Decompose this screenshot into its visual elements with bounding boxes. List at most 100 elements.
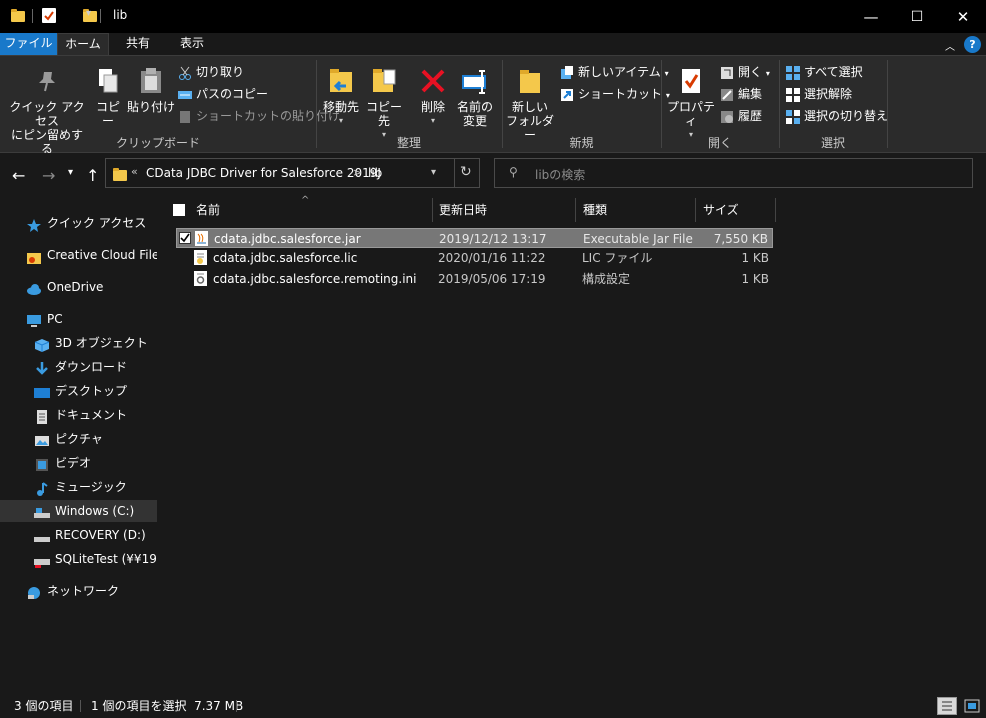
music-note-icon <box>34 481 50 496</box>
file-row[interactable]: cdata.jdbc.salesforce.jar 2019/12/12 13:… <box>176 228 773 248</box>
select-all-label: すべて選択 <box>804 65 863 79</box>
help-icon[interactable]: ? <box>964 36 981 53</box>
nav-recovery-d[interactable]: RECOVERY (D:) <box>34 524 146 546</box>
column-header-name[interactable]: 名前 <box>196 198 220 222</box>
pin-icon <box>32 66 62 96</box>
minimize-button[interactable]: — <box>848 0 894 33</box>
customize-quick-access-icon[interactable]: ▾ <box>86 8 91 24</box>
nav-3d-objects[interactable]: 3D オブジェクト <box>34 332 148 354</box>
nav-label: ネットワーク <box>47 584 120 598</box>
breadcrumb-parent[interactable]: CData JDBC Driver for Salesforce 2019J <box>146 166 381 180</box>
large-icons-view-button[interactable] <box>962 697 982 715</box>
column-divider[interactable] <box>575 198 576 222</box>
history-label: 履歴 <box>738 109 763 123</box>
delete-button[interactable]: 削除 ▾ <box>416 66 450 128</box>
cut-button[interactable]: 切り取り <box>178 63 244 81</box>
open-button[interactable]: 開く ▾ <box>720 63 770 81</box>
delete-icon <box>418 66 448 96</box>
group-label-new: 新規 <box>569 136 594 150</box>
select-all-button[interactable]: すべて選択 <box>786 63 863 81</box>
move-to-label: 移動先 <box>322 100 359 114</box>
tab-file[interactable]: ファイル <box>0 33 57 55</box>
nav-windows-c[interactable]: Windows (C:) <box>0 500 157 522</box>
nav-sqlitetest[interactable]: SQLiteTest (¥¥192.16 <box>34 548 157 570</box>
download-icon <box>34 361 50 375</box>
chevron-down-icon: ▾ <box>430 116 435 125</box>
new-folder-button[interactable]: 新しい フォルダー <box>506 66 554 142</box>
select-none-icon <box>786 87 800 102</box>
address-bar[interactable]: « CData JDBC Driver for Salesforce 2019J… <box>105 158 480 188</box>
search-placeholder: libの検索 <box>535 168 586 182</box>
recent-locations-icon[interactable]: ▾ <box>68 167 73 178</box>
file-modified: 2019/05/06 17:19 <box>438 272 546 286</box>
copy-path-button[interactable]: パスのコピー <box>178 85 268 103</box>
nav-music[interactable]: ミュージック <box>34 476 127 498</box>
nav-creative-cloud[interactable]: Creative Cloud Files <box>26 244 157 266</box>
new-item-button[interactable]: 新しいアイテム ▾ <box>560 63 669 81</box>
nav-videos[interactable]: ビデオ <box>34 452 91 474</box>
copy-to-button[interactable]: コピー先 ▾ <box>363 66 405 142</box>
tab-home[interactable]: ホーム <box>57 33 109 55</box>
file-list: ^ 名前 更新日時 種類 サイズ cdata.jdbc.salesforce.j… <box>157 195 986 694</box>
rename-label-2: 変更 <box>462 114 487 128</box>
copy-to-label: コピー先 <box>365 100 402 128</box>
window-title: lib <box>113 8 128 22</box>
row-checkbox[interactable] <box>179 232 191 244</box>
nav-quick-access[interactable]: クイック アクセス <box>26 212 146 234</box>
breadcrumb-separator[interactable]: > <box>353 166 362 179</box>
up-arrow-icon[interactable]: ↑ <box>86 166 99 185</box>
paste-icon <box>136 66 166 96</box>
maximize-button[interactable]: ☐ <box>894 0 940 33</box>
nav-network[interactable]: ネットワーク <box>26 580 119 602</box>
edit-button[interactable]: 編集 <box>720 85 762 103</box>
properties-button[interactable]: プロパティ ▾ <box>666 66 716 142</box>
file-row[interactable]: cdata.jdbc.salesforce.lic 2020/01/16 11:… <box>176 248 773 268</box>
navigation-pane: クイック アクセス Creative Cloud Files OneDrive … <box>0 195 157 694</box>
column-divider[interactable] <box>695 198 696 222</box>
search-box[interactable]: ⚲ libの検索 <box>494 158 973 188</box>
nav-label: RECOVERY (D:) <box>55 528 146 542</box>
nav-label: ミュージック <box>55 480 127 494</box>
invert-selection-button[interactable]: 選択の切り替え <box>786 107 888 125</box>
details-view-button[interactable] <box>937 697 957 715</box>
breadcrumb-current[interactable]: lib <box>368 166 382 180</box>
properties-quick-icon[interactable] <box>42 8 56 23</box>
nav-label: ダウンロード <box>55 360 128 374</box>
tab-share[interactable]: 共有 <box>116 33 160 55</box>
file-row[interactable]: cdata.jdbc.salesforce.remoting.ini 2019/… <box>176 269 773 289</box>
paste-button[interactable]: 貼り付け <box>127 66 175 114</box>
tab-view[interactable]: 表示 <box>170 33 214 55</box>
address-history-icon[interactable]: ▾ <box>431 167 436 178</box>
nav-pc[interactable]: PC <box>26 308 63 330</box>
nav-desktop[interactable]: デスクトップ <box>34 380 127 402</box>
select-all-checkbox[interactable] <box>173 204 185 216</box>
file-name: cdata.jdbc.salesforce.lic <box>213 251 358 265</box>
copy-button[interactable]: コピー <box>91 66 125 128</box>
column-header-modified[interactable]: 更新日時 <box>439 198 487 222</box>
collapse-ribbon-icon[interactable]: ︿ <box>945 38 955 53</box>
refresh-icon[interactable]: ↻ <box>460 164 472 180</box>
group-label-organize: 整理 <box>396 136 421 150</box>
close-button[interactable]: ✕ <box>940 0 986 33</box>
back-arrow-icon[interactable]: ← <box>12 166 25 185</box>
address-overflow[interactable]: « <box>131 165 138 178</box>
shortcut-button[interactable]: ショートカット ▾ <box>560 85 670 103</box>
nav-onedrive[interactable]: OneDrive <box>26 276 103 298</box>
nav-documents[interactable]: ドキュメント <box>34 404 127 426</box>
shortcut-label: ショートカット <box>578 87 663 101</box>
move-to-button[interactable]: 移動先 ▾ <box>321 66 361 128</box>
nav-downloads[interactable]: ダウンロード <box>34 356 127 378</box>
select-none-button[interactable]: 選択解除 <box>786 85 852 103</box>
chevron-down-icon: ▾ <box>765 69 770 78</box>
column-divider[interactable] <box>775 198 776 222</box>
column-header-size[interactable]: サイズ <box>703 198 739 222</box>
rename-button[interactable]: 名前の 変更 <box>455 66 495 128</box>
new-item-label: 新しいアイテム <box>578 65 661 79</box>
column-header-type[interactable]: 種類 <box>583 198 607 222</box>
nav-pictures[interactable]: ピクチャ <box>34 428 103 450</box>
nav-label: ビデオ <box>55 456 92 470</box>
drive-icon <box>34 505 50 519</box>
forward-arrow-icon[interactable]: → <box>42 166 55 185</box>
column-divider[interactable] <box>432 198 433 222</box>
history-button[interactable]: 履歴 <box>720 107 762 125</box>
